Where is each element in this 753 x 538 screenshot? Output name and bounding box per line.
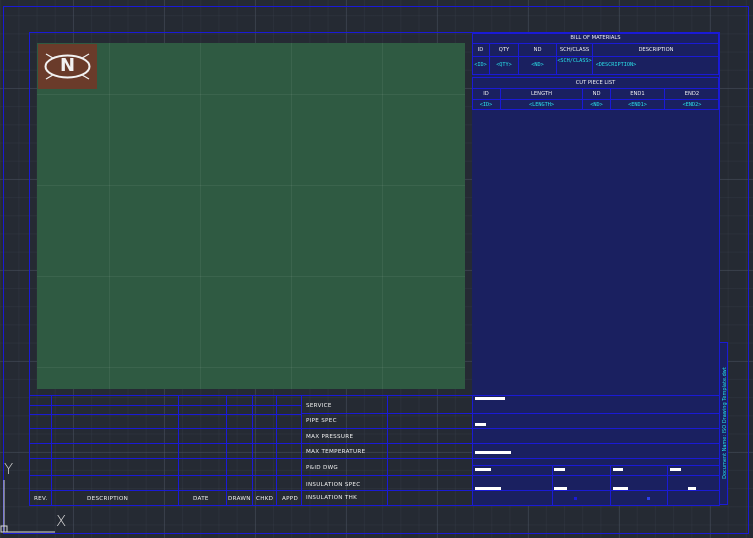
insulation-spec-value-bar <box>475 487 501 490</box>
bom-value-qty: <QTY> <box>496 62 512 68</box>
bom-value-sch: <SCH/CLASS> <box>557 58 592 64</box>
bom-header-id: ID <box>477 47 484 53</box>
cut-header-length: LENGTH <box>531 91 552 97</box>
bom-header-description: DESCRIPTION <box>638 47 674 53</box>
cut-value-id: <ID> <box>479 102 493 108</box>
cut-header-end2: END2 <box>684 91 700 97</box>
rev-drawn-header: DRAWN <box>228 496 251 502</box>
cut-value-length: <LENGTH> <box>529 102 554 108</box>
bom-header-sch: SCH/CLASS <box>559 47 590 53</box>
label-service: SERVICE <box>306 403 332 409</box>
bom-table: BILL OF MATERIALS <box>472 33 719 75</box>
bom-value-id: <ID> <box>474 62 487 68</box>
small-marker-1 <box>574 497 577 500</box>
service-value-bar <box>475 397 505 400</box>
cut-value-end2: <END2> <box>682 102 702 108</box>
field-bar-6 <box>554 487 567 490</box>
field-bar-8 <box>688 487 696 490</box>
rev-date-header: DATE <box>193 496 209 502</box>
field-bar-4 <box>670 468 681 471</box>
rev-chkd-header: CHKD <box>256 496 274 502</box>
label-pipe-spec: PIPE SPEC <box>306 418 337 424</box>
cut-header-id: ID <box>483 91 489 97</box>
max-temperature-value-bar <box>475 451 511 454</box>
cut-header-end1: END1 <box>630 91 645 97</box>
field-bar-7 <box>613 487 628 490</box>
logo-letter: N <box>59 55 76 76</box>
pipe-spec-value-bar <box>475 423 486 426</box>
cut-value-nd: <ND> <box>590 102 603 108</box>
label-max-temperature: MAX TEMPERATURE <box>306 449 366 455</box>
document-name-strip: Document Name: ISO Drawing Template.dwt <box>719 342 728 505</box>
bom-header-nd: ND <box>533 47 542 53</box>
rev-appd-header: APPD <box>282 496 299 502</box>
model-viewport[interactable] <box>37 43 465 389</box>
label-insulation-spec: INSULATION SPEC <box>306 482 361 488</box>
label-max-pressure: MAX PRESSURE <box>306 434 354 440</box>
bom-value-description: <DESCRIPTION> <box>595 62 637 68</box>
cut-header-nd: ND <box>592 91 601 97</box>
company-logo: N <box>38 44 97 89</box>
x-axis-label: X <box>56 512 67 530</box>
pid-value-bar <box>475 468 491 471</box>
bom-title: BILL OF MATERIALS <box>570 35 621 41</box>
cut-piece-title: CUT PIECE LIST <box>575 80 616 86</box>
field-bar-3 <box>613 468 623 471</box>
bom-header-qty: QTY <box>498 47 510 53</box>
rev-description-header: DESCRIPTION <box>87 496 129 502</box>
y-axis-label: Y <box>4 460 14 478</box>
document-name-text: Document Name: ISO Drawing Template.dwt <box>722 367 728 479</box>
small-marker-2 <box>647 497 650 500</box>
field-bar-2 <box>554 468 565 471</box>
label-insulation-thk: INSULATION THK <box>306 495 358 501</box>
bom-value-nd: <ND> <box>531 62 544 68</box>
cut-value-end1: <END1> <box>628 102 647 108</box>
label-pid-dwg: P&ID DWG <box>306 465 339 471</box>
